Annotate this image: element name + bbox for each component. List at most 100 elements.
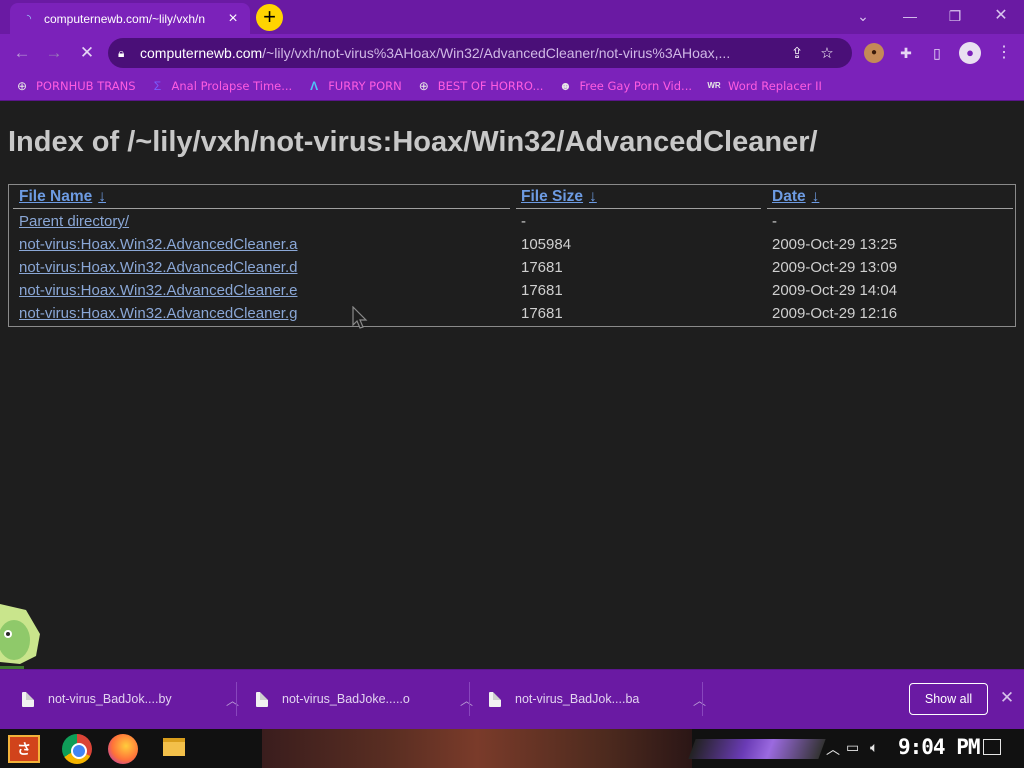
header-divider — [516, 208, 761, 209]
firefox-taskbar-icon[interactable] — [108, 734, 138, 764]
address-url[interactable]: computernewb.com/~lily/vxh/not-virus%3AH… — [140, 45, 782, 61]
mascot-icon: ☻ — [559, 79, 572, 93]
url-path: /~lily/vxh/not-virus%3AHoax/Win32/Advanc… — [262, 45, 731, 61]
bookmark-item[interactable]: Λ FURRY PORN — [306, 78, 402, 94]
new-tab-button[interactable]: + — [256, 4, 283, 31]
bookmark-item[interactable]: Σ Anal Prolapse Time... — [150, 78, 292, 94]
url-host: computernewb.com — [140, 45, 263, 61]
notification-center-icon[interactable] — [983, 739, 1001, 755]
parent-directory-link[interactable]: Parent directory/ — [19, 213, 129, 230]
bookmark-item[interactable]: ⊕ BEST OF HORRO... — [416, 78, 544, 94]
taskbar-clock[interactable]: 9:04 PM — [898, 735, 981, 759]
restore-button[interactable]: ❐ — [938, 4, 972, 28]
file-date: - — [772, 213, 777, 230]
sort-file-name-link[interactable]: File Name — [19, 188, 92, 205]
file-link[interactable]: not-virus:Hoax.Win32.AdvancedCleaner.e — [19, 282, 297, 299]
bookmark-item[interactable]: ☻ Free Gay Porn Vid... — [557, 78, 692, 94]
browser-tab[interactable]: ◝ computernewb.com/~lily/vxh/n × — [10, 3, 250, 34]
file-size: 17681 — [521, 259, 563, 276]
sort-arrow-icon[interactable]: ↓ — [589, 188, 597, 205]
file-date: 2009-Oct-29 13:25 — [772, 236, 898, 253]
taskbar-decoration — [688, 739, 826, 759]
profile-avatar-icon[interactable]: ● — [959, 42, 981, 64]
download-shelf: not-virus_BadJok....by ︿ not-virus_BadJo… — [0, 669, 1024, 729]
forward-arrow-icon[interactable]: → — [41, 41, 67, 65]
file-size: 105984 — [521, 236, 572, 253]
download-item[interactable]: not-virus_BadJok....by ︿ — [22, 682, 239, 716]
file-size: 17681 — [521, 305, 563, 322]
download-divider — [702, 682, 703, 716]
sort-arrow-icon[interactable]: ↓ — [812, 188, 820, 205]
header-divider — [767, 208, 1013, 209]
file-listing-table: File Name ↓ File Size ↓ Date ↓ Parent direc… — [8, 184, 1016, 327]
download-filename: not-virus_BadJok....by — [48, 692, 172, 706]
file-explorer-taskbar-icon[interactable] — [163, 738, 185, 756]
table-row: not-virus:Hoax.Win32.AdvancedCleaner.e 1… — [9, 279, 1015, 302]
bookmark-item[interactable]: ⊕ PORNHUB TRANS — [14, 78, 136, 94]
download-divider — [469, 682, 470, 716]
sort-file-size-link[interactable]: File Size — [521, 188, 583, 205]
start-button[interactable]: さ — [8, 735, 40, 763]
file-icon — [489, 691, 501, 707]
mouse-cursor-icon — [352, 306, 368, 329]
tray-expand-icon[interactable]: ︿ — [826, 739, 840, 759]
chrome-taskbar-icon[interactable] — [62, 734, 92, 764]
stop-loading-icon[interactable]: ✕ — [74, 41, 100, 65]
download-filename: not-virus_BadJok....ba — [515, 692, 640, 706]
loading-spinner-icon: ◝ — [26, 12, 32, 25]
file-icon — [256, 691, 268, 707]
file-link[interactable]: not-virus:Hoax.Win32.AdvancedCleaner.d — [19, 259, 297, 276]
sort-arrow-icon[interactable]: ↓ — [98, 188, 106, 205]
download-item[interactable]: not-virus_BadJoke.....o ︿ — [256, 682, 473, 716]
share-icon[interactable]: ⇪ — [782, 44, 812, 62]
globe-icon: ⊕ — [16, 79, 28, 93]
lambda-icon: Λ — [310, 79, 319, 93]
sigma-icon: Σ — [153, 79, 162, 93]
browser-toolbar: ← → ✕ 🔒︎ computernewb.com/~lily/vxh/not-… — [0, 34, 1024, 72]
chevron-up-icon[interactable]: ︿ — [693, 690, 706, 709]
file-icon — [22, 691, 34, 707]
globe-icon: ⊕ — [418, 79, 429, 93]
address-bar[interactable]: 🔒︎ computernewb.com/~lily/vxh/not-virus%… — [108, 38, 852, 68]
minimize-button[interactable]: — — [893, 4, 927, 28]
side-panel-icon[interactable]: ▯ — [925, 41, 949, 65]
extensions-puzzle-icon[interactable]: ✚ — [894, 41, 918, 65]
file-size: - — [521, 213, 526, 230]
download-divider — [236, 682, 237, 716]
network-icon[interactable]: ▭ — [846, 739, 859, 756]
file-date: 2009-Oct-29 14:04 — [772, 282, 898, 299]
file-size: 17681 — [521, 282, 563, 299]
header-divider — [13, 208, 510, 209]
table-row: not-virus:Hoax.Win32.AdvancedCleaner.a 1… — [9, 233, 1015, 256]
lock-icon[interactable]: 🔒︎ — [118, 46, 136, 61]
tab-title: computernewb.com/~lily/vxh/n — [44, 11, 206, 26]
download-filename: not-virus_BadJoke.....o — [282, 692, 410, 706]
taskbar: さ ︿ ▭ 🔈︎ 9:04 PM — [0, 729, 1024, 768]
sort-date-link[interactable]: Date — [772, 188, 806, 205]
bookmark-star-icon[interactable]: ☆ — [812, 44, 842, 62]
chevron-up-icon[interactable]: ︿ — [226, 690, 239, 709]
extension-avatar-icon[interactable]: ● — [864, 43, 884, 63]
chevron-up-icon[interactable]: ︿ — [460, 690, 473, 709]
download-item[interactable]: not-virus_BadJok....ba ︿ — [489, 682, 706, 716]
bookmarks-bar: ⊕ PORNHUB TRANS Σ Anal Prolapse Time... ΛF… — [0, 72, 1024, 101]
bookmark-item[interactable]: WR Word Replacer II — [706, 78, 822, 94]
page-title: Index of /~lily/vxh/not-virus:Hoax/Win32… — [8, 126, 818, 158]
file-date: 2009-Oct-29 12:16 — [772, 305, 898, 322]
table-row: Parent directory/ - - — [9, 210, 1015, 233]
tab-search-icon[interactable]: ⌄ — [846, 4, 880, 28]
volume-icon[interactable]: 🔈︎ — [870, 739, 878, 756]
file-link[interactable]: not-virus:Hoax.Win32.AdvancedCleaner.g — [19, 305, 297, 322]
close-shelf-icon[interactable]: ✕ — [996, 686, 1018, 710]
menu-kebab-icon[interactable]: ⋮ — [992, 41, 1016, 65]
back-arrow-icon[interactable]: ← — [9, 41, 35, 65]
table-header: File Name ↓ File Size ↓ Date ↓ — [9, 185, 1015, 208]
taskbar-background-art — [262, 729, 692, 768]
window-close-button[interactable]: ✕ — [984, 4, 1018, 28]
table-row: not-virus:Hoax.Win32.AdvancedCleaner.d 1… — [9, 256, 1015, 279]
table-row: not-virus:Hoax.Win32.AdvancedCleaner.g 1… — [9, 302, 1015, 325]
show-all-downloads-button[interactable]: Show all — [909, 683, 988, 715]
file-date: 2009-Oct-29 13:09 — [772, 259, 898, 276]
tab-close-icon[interactable]: × — [224, 10, 242, 28]
file-link[interactable]: not-virus:Hoax.Win32.AdvancedCleaner.a — [19, 236, 297, 253]
